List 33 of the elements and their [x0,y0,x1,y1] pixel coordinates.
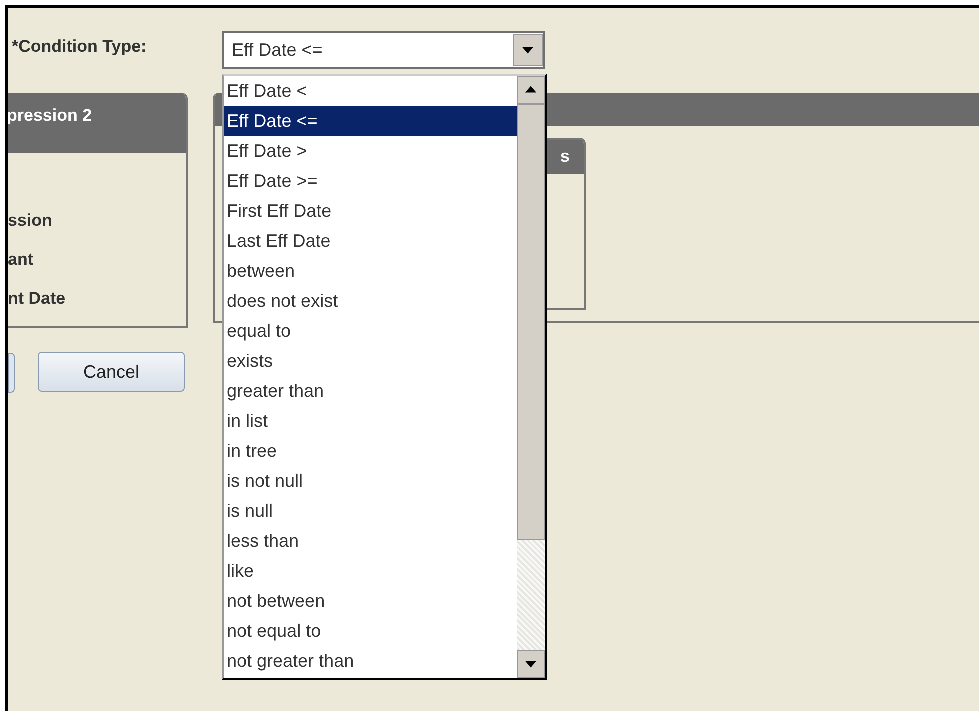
option-label: ant [8,250,34,270]
dropdown-option[interactable]: not between [224,586,517,616]
cancel-button[interactable]: Cancel [38,352,185,392]
dropdown-option[interactable]: in list [224,406,517,436]
dropdown-option[interactable]: between [224,256,517,286]
scroll-down-icon[interactable] [517,650,545,678]
dropdown-option[interactable]: not equal to [224,616,517,646]
dropdown-option[interactable]: equal to [224,316,517,346]
panel-title: pression 2 [8,106,92,125]
dropdown-option[interactable]: exists [224,346,517,376]
option-label: ssion [8,211,52,231]
scrollbar[interactable] [517,76,545,678]
dropdown-option[interactable]: Eff Date > [224,136,517,166]
partial-button[interactable] [8,353,15,393]
dropdown-option[interactable]: is not null [224,466,517,496]
subpanel-title: s [560,146,570,168]
option-label: nt Date [8,289,66,309]
dropdown-option[interactable]: less than [224,526,517,556]
dropdown-option[interactable]: Last Eff Date [224,226,517,256]
scrollbar-thumb[interactable] [517,104,545,540]
scroll-up-icon[interactable] [517,76,545,104]
dropdown-option[interactable]: greater than [224,376,517,406]
dropdown-option[interactable]: First Eff Date [224,196,517,226]
dropdown-option[interactable]: is null [224,496,517,526]
dropdown-option[interactable]: like [224,556,517,586]
field-label: *Condition Type: [12,36,147,58]
dropdown-option[interactable]: Eff Date < [224,76,517,106]
dropdown-option[interactable]: does not exist [224,286,517,316]
dropdown-option[interactable]: not greater than [224,646,517,676]
dropdown-option[interactable]: in tree [224,436,517,466]
dropdown-option[interactable]: Eff Date >= [224,166,517,196]
dropdown-option[interactable]: Eff Date <= [224,106,517,136]
condition-type-select[interactable]: Eff Date <= [222,31,545,69]
